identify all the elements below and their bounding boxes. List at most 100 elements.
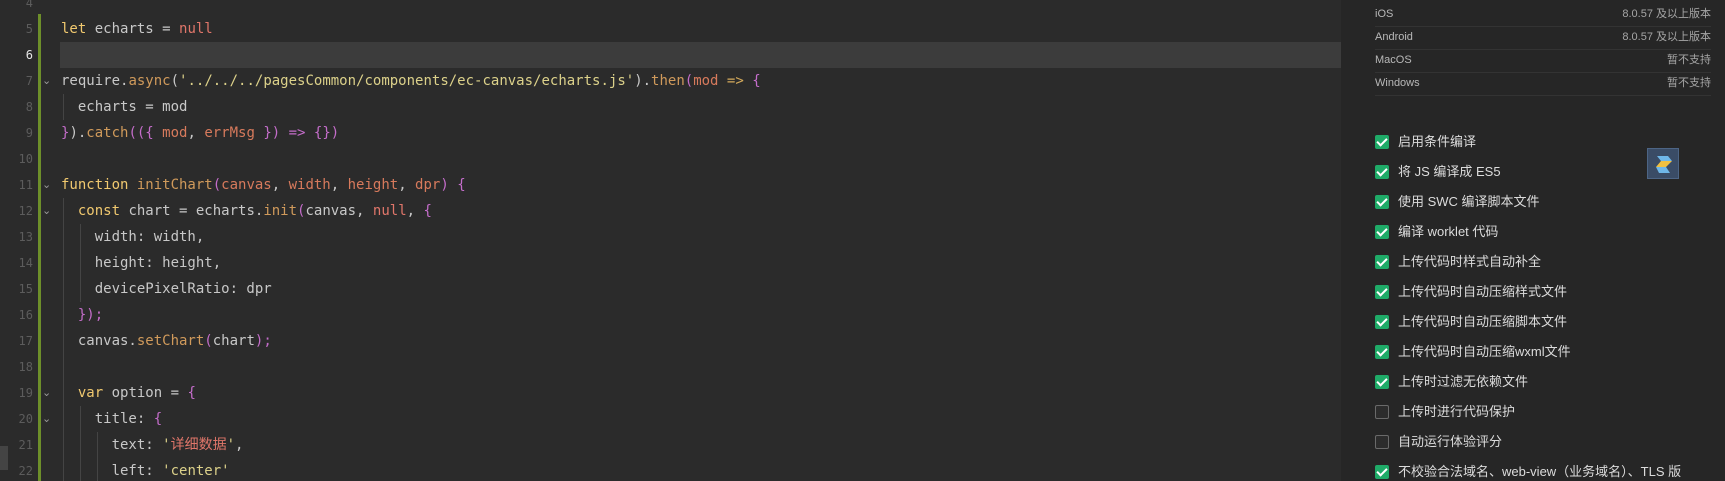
code-line[interactable]: require.async('../../../pagesCommon/comp… <box>61 68 761 94</box>
checkbox[interactable] <box>1375 405 1389 419</box>
checkbox[interactable] <box>1375 135 1389 149</box>
indent-guide <box>79 224 81 302</box>
code-token: ) { <box>440 177 466 193</box>
option-label: 上传时过滤无依赖文件 <box>1398 374 1529 389</box>
plugin-logo-icon[interactable] <box>1647 148 1679 179</box>
code-token: mod <box>693 73 719 89</box>
code-token: => <box>718 73 753 89</box>
code-token: canvas. <box>61 333 137 349</box>
option-label: 使用 SWC 编译脚本文件 <box>1398 194 1540 209</box>
platform-row: Windows 暂不支持 <box>1375 71 1711 96</box>
option-label: 启用条件编译 <box>1398 134 1477 149</box>
checkbox[interactable] <box>1375 315 1389 329</box>
checkbox[interactable] <box>1375 255 1389 269</box>
code-token: { <box>423 203 432 219</box>
checkbox[interactable] <box>1375 465 1389 479</box>
code-line[interactable]: }); <box>61 302 103 328</box>
code-line[interactable]: var option = { <box>61 380 196 406</box>
code-line[interactable]: canvas.setChart(chart); <box>61 328 272 354</box>
code-token: var <box>77 385 104 401</box>
code-line[interactable]: let echarts = null <box>61 16 213 42</box>
chevron-down-icon[interactable]: ⌄ <box>42 179 52 190</box>
code-line[interactable]: width: width, <box>61 224 205 250</box>
code-line[interactable]: echarts = mod <box>61 94 188 120</box>
code-token: const <box>77 203 121 219</box>
line-number: 14 <box>18 256 33 270</box>
code-token: left: <box>61 463 163 479</box>
checkbox[interactable] <box>1375 195 1389 209</box>
line-number: 9 <box>25 126 33 140</box>
code-token: let <box>61 21 87 37</box>
code-line[interactable]: height: height, <box>61 250 221 276</box>
code-token: null <box>372 203 407 219</box>
code-token: mod <box>162 125 188 141</box>
code-token: errMsg <box>204 125 255 141</box>
line-number: 20 <box>18 412 33 426</box>
platform-version: 8.0.57 及以上版本 <box>1622 8 1711 20</box>
code-editor[interactable]: 4 5 6 7 8 9 10 11 12 13 14 15 16 17 18 19 20 21 22 let ech… <box>0 0 1341 481</box>
checkbox[interactable] <box>1375 165 1389 179</box>
platform-name: iOS <box>1375 8 1394 20</box>
code-token: echarts = mod <box>61 99 188 115</box>
chevron-down-icon[interactable]: ⌄ <box>42 387 52 398</box>
checkbox[interactable] <box>1375 345 1389 359</box>
code-token: , <box>330 177 348 193</box>
code-token: }) => {}) <box>254 125 340 141</box>
indent-guide <box>63 94 64 120</box>
code-token: title: <box>61 411 154 427</box>
code-token: 'center' <box>162 463 230 479</box>
code-line[interactable]: text: '详细数据', <box>61 432 244 458</box>
checkbox[interactable] <box>1375 285 1389 299</box>
indent-guide <box>63 198 64 481</box>
code-token: , <box>398 177 416 193</box>
code-token: init <box>263 203 298 219</box>
option-label: 上传代码时自动压缩wxml文件 <box>1398 344 1571 359</box>
chevron-down-icon[interactable]: ⌄ <box>42 413 52 424</box>
line-number: 8 <box>25 100 33 114</box>
code-token: canvas, <box>305 203 373 219</box>
code-token: ' <box>162 437 171 453</box>
code-token: '../../../pagesCommon/components/ec-canv… <box>179 73 635 89</box>
platform-row: MacOS 暂不支持 <box>1375 48 1711 73</box>
horizontal-scroll-thumb[interactable] <box>0 446 8 470</box>
indent-guide <box>79 406 81 481</box>
checkbox[interactable] <box>1375 225 1389 239</box>
chevron-down-icon[interactable]: ⌄ <box>42 75 52 86</box>
code-token: async <box>128 73 171 89</box>
code-line[interactable]: title: { <box>61 406 162 432</box>
line-number: 5 <box>25 22 33 36</box>
code-line[interactable]: }).catch(({ mod, errMsg }) => {}) <box>61 120 339 146</box>
code-token: canvas <box>221 177 272 193</box>
option-label: 上传代码时自动压缩样式文件 <box>1398 284 1568 299</box>
code-token: text: <box>61 437 163 453</box>
checkbox[interactable] <box>1375 375 1389 389</box>
code-line[interactable]: function initChart(canvas, width, height… <box>61 172 466 198</box>
code-token: catch <box>86 125 129 141</box>
code-token: 详细数据 <box>170 437 227 453</box>
code-token: { <box>187 385 196 401</box>
code-token: height <box>347 177 399 193</box>
code-line[interactable]: devicePixelRatio: dpr <box>61 276 272 302</box>
code-token: width <box>288 177 331 193</box>
code-token: }); <box>77 307 104 323</box>
code-token: devicePixelRatio: dpr <box>61 281 272 297</box>
line-number: 17 <box>18 334 33 348</box>
code-line[interactable]: const chart = echarts.init(canvas, null,… <box>61 198 432 224</box>
current-line-highlight <box>60 42 1341 68</box>
checkbox[interactable] <box>1375 435 1389 449</box>
code-token: ). <box>634 73 652 89</box>
line-number: 12 <box>18 204 33 218</box>
code-token: ( <box>204 333 213 349</box>
code-token: , <box>187 125 205 141</box>
chevron-down-icon[interactable]: ⌄ <box>42 205 52 216</box>
code-line[interactable]: left: 'center' <box>61 458 230 481</box>
line-number: 15 <box>18 282 33 296</box>
code-token: ' <box>226 437 236 453</box>
code-token: function <box>61 177 137 193</box>
code-token: width: width, <box>61 229 205 245</box>
code-token: chart <box>212 333 255 349</box>
platform-name: MacOS <box>1375 54 1412 66</box>
code-token: require. <box>61 73 129 89</box>
line-number: 18 <box>18 360 33 374</box>
line-number-gutter: 4 5 6 7 8 9 10 11 12 13 14 15 16 17 18 19 20 21 22 <box>0 0 38 481</box>
